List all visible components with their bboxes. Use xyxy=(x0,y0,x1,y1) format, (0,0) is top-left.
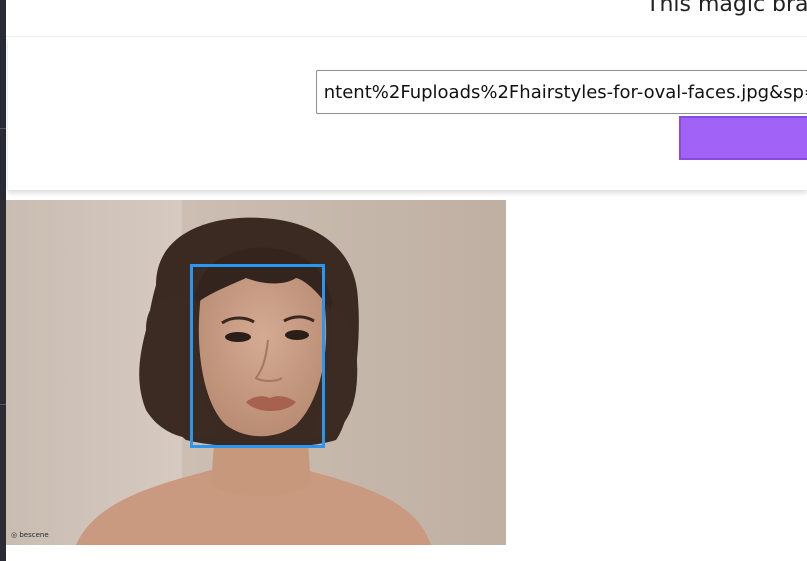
app-page: This magic brai ntent%2Fuploads%2Fhairst… xyxy=(6,0,807,561)
watermark-text: bescene xyxy=(19,531,49,539)
image-url-value: ntent%2Fuploads%2Fhairstyles-for-oval-fa… xyxy=(323,82,807,103)
detect-button[interactable] xyxy=(679,116,807,160)
url-form-card: ntent%2Fuploads%2Fhairstyles-for-oval-fa… xyxy=(8,38,807,190)
result-image: ◎ bescene xyxy=(6,200,506,545)
image-watermark: ◎ bescene xyxy=(11,531,49,539)
image-url-input[interactable]: ntent%2Fuploads%2Fhairstyles-for-oval-fa… xyxy=(316,70,807,114)
header-bar: This magic brai xyxy=(6,0,807,37)
face-detection-box xyxy=(190,264,325,448)
page-title: This magic brai xyxy=(646,0,807,17)
